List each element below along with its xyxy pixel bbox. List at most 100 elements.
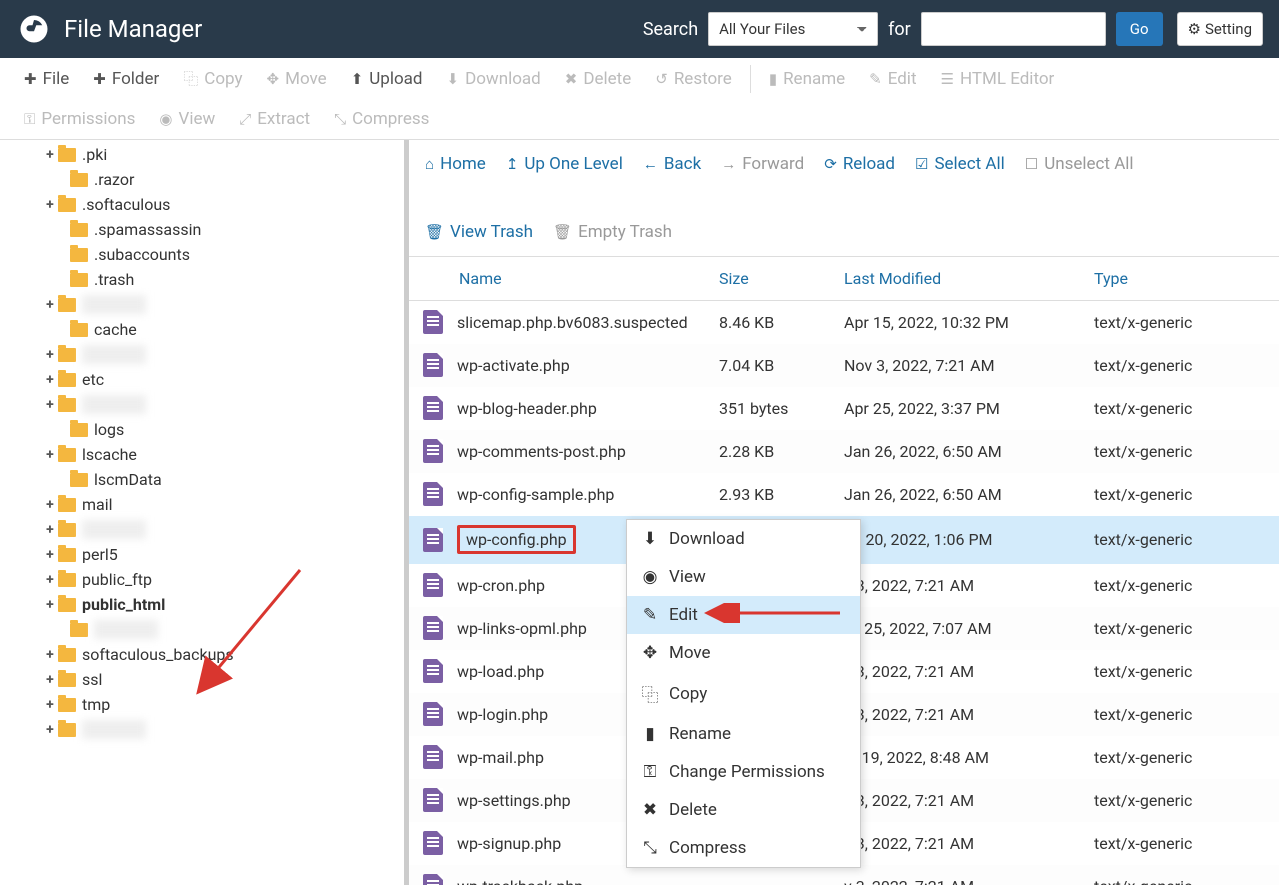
col-modified[interactable]: Last Modified xyxy=(834,257,1084,301)
tree-item[interactable]: +.razor xyxy=(0,167,404,192)
tree-label[interactable]: logs xyxy=(94,420,124,439)
expand-icon[interactable]: + xyxy=(44,397,56,413)
expand-icon[interactable]: + xyxy=(44,447,56,463)
tree-item[interactable]: +perl5 xyxy=(0,542,404,567)
extract-button[interactable]: ⤢Extract xyxy=(227,99,322,139)
back-button[interactable]: ←Back xyxy=(643,150,701,178)
upload-button[interactable]: ⬆Upload xyxy=(339,59,435,99)
table-row[interactable]: wp-activate.php7.04 KBNov 3, 2022, 7:21 … xyxy=(409,344,1279,387)
table-row[interactable]: wp-blog-header.php351 bytesApr 25, 2022,… xyxy=(409,387,1279,430)
tree-label[interactable]: .pki xyxy=(82,145,107,164)
tree-label[interactable]: etc xyxy=(82,370,104,389)
expand-icon[interactable]: + xyxy=(44,347,56,363)
tree-item[interactable]: + xyxy=(0,292,404,317)
expand-icon[interactable]: + xyxy=(44,597,56,613)
expand-icon[interactable]: + xyxy=(44,297,56,313)
tree-label[interactable] xyxy=(82,345,146,364)
expand-icon[interactable]: + xyxy=(44,497,56,513)
tree-item[interactable]: +logs xyxy=(0,417,404,442)
file-name[interactable]: wp-activate.php xyxy=(457,356,570,375)
table-row[interactable]: wp-comments-post.php2.28 KBJan 26, 2022,… xyxy=(409,430,1279,473)
copy-button[interactable]: ⿻Copy xyxy=(171,58,254,99)
rename-button[interactable]: ▮Rename xyxy=(757,59,857,99)
tree-label[interactable]: lscmData xyxy=(94,470,162,489)
folder-tree[interactable]: +.pki+.razor+.softaculous+.spamassassin+… xyxy=(0,140,405,885)
tree-item[interactable]: +lscmData xyxy=(0,467,404,492)
tree-item[interactable]: + xyxy=(0,717,404,742)
file-name[interactable]: wp-cron.php xyxy=(457,576,545,595)
search-input[interactable] xyxy=(921,12,1106,46)
expand-icon[interactable]: + xyxy=(44,147,56,163)
restore-button[interactable]: ↺Restore xyxy=(643,59,744,99)
tree-label[interactable]: cache xyxy=(94,320,137,339)
ctx-rename[interactable]: ▮Rename xyxy=(627,715,860,753)
tree-label[interactable]: public_ftp xyxy=(82,570,152,589)
tree-label[interactable]: .softaculous xyxy=(82,195,170,214)
table-row[interactable]: wp-config-sample.php2.93 KBJan 26, 2022,… xyxy=(409,473,1279,516)
ctx-view[interactable]: ◉View xyxy=(627,558,860,596)
tree-item[interactable]: + etc xyxy=(0,367,404,392)
tree-label[interactable] xyxy=(82,295,146,314)
col-name[interactable]: Name xyxy=(409,257,709,301)
go-button[interactable]: Go xyxy=(1116,12,1163,46)
tree-label[interactable]: .trash xyxy=(94,270,134,289)
permissions-button[interactable]: ⚿Permissions xyxy=(12,99,147,139)
tree-label[interactable]: .razor xyxy=(94,170,134,189)
tree-label[interactable] xyxy=(82,720,146,739)
tree-label[interactable] xyxy=(82,520,146,539)
ctx-copy[interactable]: ⿻Copy xyxy=(627,672,860,715)
tree-item[interactable]: + public_html xyxy=(0,592,404,617)
expand-icon[interactable]: + xyxy=(44,547,56,563)
delete-button[interactable]: ✖Delete xyxy=(553,59,643,99)
expand-icon[interactable]: + xyxy=(44,697,56,713)
expand-icon[interactable]: + xyxy=(44,372,56,388)
expand-icon[interactable]: + xyxy=(44,672,56,688)
edit-button[interactable]: ✎Edit xyxy=(857,59,928,99)
compress-button[interactable]: ⤡Compress xyxy=(322,99,441,139)
table-row[interactable]: slicemap.php.bv6083.suspected8.46 KBApr … xyxy=(409,301,1279,344)
expand-icon[interactable]: + xyxy=(44,197,56,213)
expand-icon[interactable]: + xyxy=(44,572,56,588)
forward-button[interactable]: →Forward xyxy=(721,150,804,178)
tree-item[interactable]: + lscache xyxy=(0,442,404,467)
move-button[interactable]: ✥Move xyxy=(255,59,339,99)
ctx-move[interactable]: ✥Move xyxy=(627,634,860,672)
unselect-all-button[interactable]: ☐Unselect All xyxy=(1025,150,1134,178)
tree-label[interactable]: lscache xyxy=(82,445,137,464)
tree-label[interactable]: public_html xyxy=(82,595,165,614)
tree-item[interactable]: + xyxy=(0,342,404,367)
file-name[interactable]: wp-trackback.php xyxy=(457,877,583,886)
file-name[interactable]: wp-load.php xyxy=(457,662,544,681)
file-name[interactable]: wp-config-sample.php xyxy=(457,485,614,504)
empty-trash-button[interactable]: 🗑Empty Trash xyxy=(553,218,672,246)
col-size[interactable]: Size xyxy=(709,257,834,301)
view-trash-button[interactable]: 🗑View Trash xyxy=(425,218,533,246)
tree-item[interactable]: + mail xyxy=(0,492,404,517)
ctx-download[interactable]: ⬇Download xyxy=(627,520,860,558)
tree-label[interactable]: .spamassassin xyxy=(94,220,201,239)
file-name[interactable]: wp-comments-post.php xyxy=(457,442,626,461)
file-name[interactable]: wp-links-opml.php xyxy=(457,619,587,638)
tree-item[interactable]: + .pki xyxy=(0,142,404,167)
tree-item[interactable]: +.subaccounts xyxy=(0,242,404,267)
file-name[interactable]: wp-blog-header.php xyxy=(457,399,597,418)
tree-label[interactable]: softaculous_backups xyxy=(82,645,234,664)
expand-icon[interactable]: + xyxy=(44,647,56,663)
tree-item[interactable]: + softaculous_backups xyxy=(0,642,404,667)
up-level-button[interactable]: ↥Up One Level xyxy=(506,150,623,178)
ctx-edit[interactable]: ✎Edit xyxy=(627,596,860,634)
tree-item[interactable]: +cache xyxy=(0,317,404,342)
file-name[interactable]: wp-settings.php xyxy=(457,791,571,810)
tree-label[interactable]: ssl xyxy=(82,670,102,689)
tree-label[interactable]: .subaccounts xyxy=(94,245,190,264)
expand-icon[interactable]: + xyxy=(44,722,56,738)
tree-item[interactable]: + xyxy=(0,617,404,642)
ctx-change-permissions[interactable]: ⚿Change Permissions xyxy=(627,753,860,791)
tree-label[interactable]: mail xyxy=(82,495,113,514)
select-all-button[interactable]: ☑Select All xyxy=(915,150,1005,178)
file-name[interactable]: wp-config.php xyxy=(457,525,576,554)
tree-label[interactable]: tmp xyxy=(82,695,110,714)
tree-item[interactable]: +.spamassassin xyxy=(0,217,404,242)
ctx-delete[interactable]: ✖Delete xyxy=(627,791,860,829)
new-folder-button[interactable]: ✚Folder xyxy=(81,59,171,99)
